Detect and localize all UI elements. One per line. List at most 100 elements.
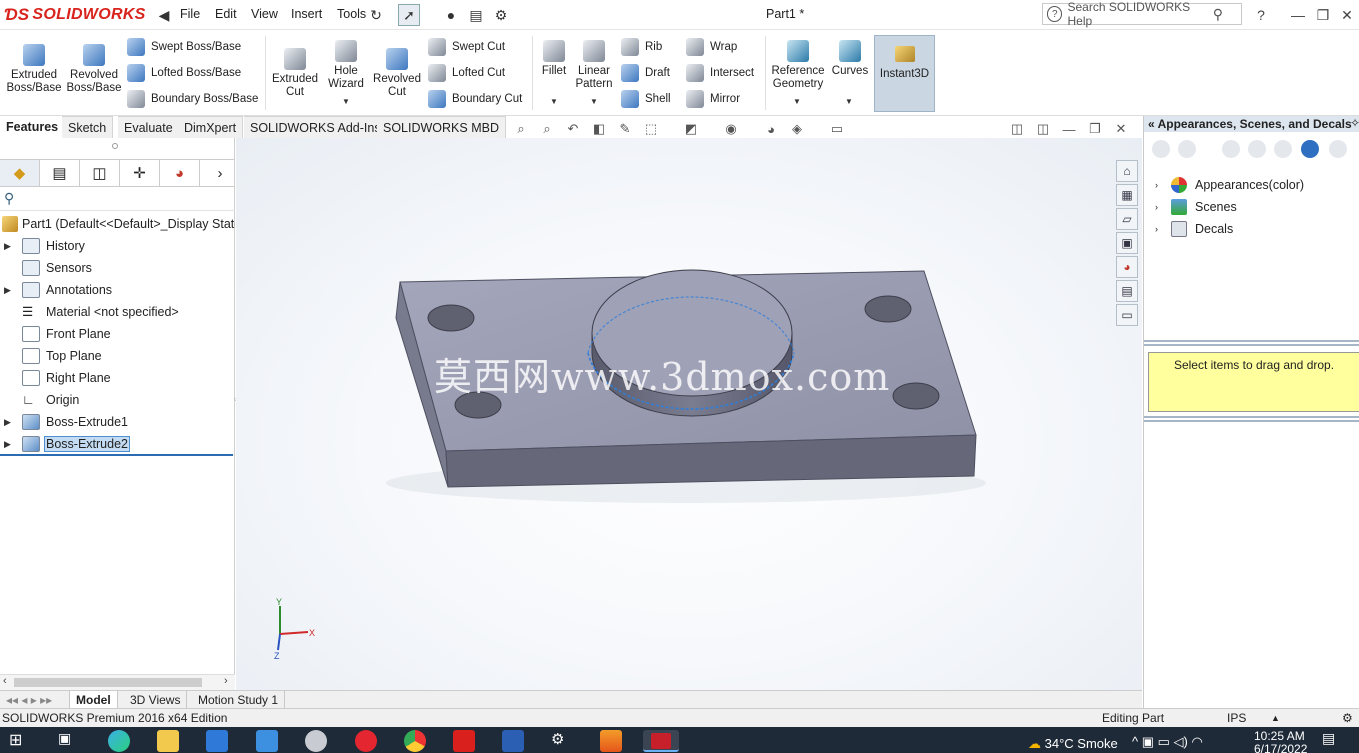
rebuild-icon[interactable]: ↻ xyxy=(365,4,387,26)
chrome-icon[interactable] xyxy=(404,730,426,752)
curves-dropdown-icon[interactable]: ▼ xyxy=(845,97,853,106)
viewport-minimize-icon[interactable]: — xyxy=(1059,120,1079,138)
lofted-boss-button[interactable]: Lofted Boss/Base xyxy=(127,64,241,82)
tree-item-origin[interactable]: ∟ Origin xyxy=(0,389,235,411)
opera-icon[interactable] xyxy=(355,730,377,752)
menu-insert[interactable]: Insert xyxy=(291,7,322,21)
forum-icon[interactable]: ▭ xyxy=(1116,304,1138,326)
file-explorer-taskbar-icon[interactable] xyxy=(157,730,179,752)
task-view-icon[interactable]: ▣ xyxy=(58,730,80,752)
property-manager-tab-icon[interactable]: ▤ xyxy=(40,160,80,186)
expand-arrow-icon[interactable]: ▶ xyxy=(4,241,11,252)
tree-item-sensors[interactable]: Sensors xyxy=(0,257,235,279)
revolved-boss-button[interactable]: Revolved Boss/Base xyxy=(67,44,122,95)
pattern-dropdown-icon[interactable]: ▼ xyxy=(590,97,598,106)
display-manager-tab-icon[interactable]: ◕ xyxy=(160,160,200,186)
help-menu-icon[interactable]: ? xyxy=(1250,4,1272,26)
reference-geometry-dropdown-icon[interactable]: ▼ xyxy=(793,97,801,106)
menu-pin-arrow-icon[interactable]: ◀ xyxy=(153,4,175,26)
menu-edit[interactable]: Edit xyxy=(215,7,237,21)
file-explorer-icon[interactable]: ▱ xyxy=(1116,208,1138,230)
wrap-button[interactable]: Wrap xyxy=(686,38,737,56)
view-settings-icon[interactable]: ▭ xyxy=(827,120,847,138)
tab-model[interactable]: Model xyxy=(70,691,118,709)
view-orientation-icon[interactable]: ⬚ xyxy=(641,120,661,138)
acrobat-icon[interactable] xyxy=(453,730,475,752)
taskbar-clock[interactable]: 10:25 AM 6/17/2022 xyxy=(1254,730,1307,753)
expand-arrow-icon[interactable]: ▶ xyxy=(4,439,11,450)
intersect-button[interactable]: Intersect xyxy=(686,64,754,82)
pin-icon[interactable]: ✧ xyxy=(1350,116,1359,130)
home-icon[interactable]: ⌂ xyxy=(1116,160,1138,182)
zoom-to-fit-icon[interactable]: ⌕ xyxy=(511,120,531,138)
tree-item-history[interactable]: ▶ History xyxy=(0,235,235,257)
dimxpert-manager-tab-icon[interactable]: ✛ xyxy=(120,160,160,186)
filter-icon[interactable]: ⚲ xyxy=(0,187,235,211)
design-library-icon[interactable]: ▦ xyxy=(1116,184,1138,206)
tab-features[interactable]: Features xyxy=(0,116,65,138)
select-pointer-icon[interactable]: ➚ xyxy=(398,4,420,26)
tab-addins[interactable]: SOLIDWORKS Add-Ins xyxy=(244,116,388,138)
new-folder-icon[interactable] xyxy=(1274,140,1292,158)
help-search-input[interactable]: ? Search SOLIDWORKS Help ⚲ xyxy=(1042,0,1242,28)
rib-button[interactable]: Rib xyxy=(621,38,662,56)
units-selector[interactable]: IPS xyxy=(1227,711,1246,725)
swept-boss-button[interactable]: Swept Boss/Base xyxy=(127,38,241,56)
tree-item-annotations[interactable]: ▶ Annotations xyxy=(0,279,235,301)
boundary-boss-button[interactable]: Boundary Boss/Base xyxy=(127,90,258,108)
collapse-arrows-icon[interactable]: « xyxy=(1148,117,1155,131)
expand-arrow-icon[interactable]: ▶ xyxy=(4,417,11,428)
system-tray-icons[interactable]: ^ ▣ ▭ ◁) ◠ xyxy=(1132,734,1203,750)
tree-horizontal-scrollbar[interactable]: ‹ › xyxy=(0,674,235,690)
fillet-dropdown-icon[interactable]: ▼ xyxy=(550,97,558,106)
notifications-icon[interactable]: ▤ xyxy=(1322,730,1344,752)
minimize-window-button[interactable]: — xyxy=(1287,4,1309,26)
back-icon[interactable] xyxy=(1152,140,1170,158)
edit-appearance-icon[interactable]: ◕ xyxy=(761,120,781,138)
swept-cut-button[interactable]: Swept Cut xyxy=(428,38,505,56)
display-style-icon[interactable]: ◩ xyxy=(681,120,701,138)
fillet-button[interactable]: Fillet xyxy=(537,40,571,78)
search-icon[interactable]: ⚲ xyxy=(1213,6,1223,23)
word-icon[interactable] xyxy=(502,730,524,752)
reference-geometry-button[interactable]: Reference Geometry xyxy=(770,40,826,91)
boundary-cut-button[interactable]: Boundary Cut xyxy=(428,90,522,108)
tab-nav-arrows-icon[interactable]: ◂◂ ◂ ▸ ▸▸ xyxy=(0,691,70,709)
extruded-boss-button[interactable]: Extruded Boss/Base xyxy=(7,44,62,95)
refresh-icon[interactable] xyxy=(1301,140,1319,158)
curves-button[interactable]: Curves xyxy=(830,40,870,78)
status-options-icon[interactable]: ⚙ xyxy=(1342,711,1353,725)
custom-properties-icon[interactable]: ▤ xyxy=(1116,280,1138,302)
file-properties-icon[interactable]: ▤ xyxy=(465,4,487,26)
options-gear-icon[interactable]: ⚙ xyxy=(490,4,512,26)
instant3d-button[interactable]: Instant3D xyxy=(874,35,935,112)
expand-arrow-icon[interactable]: › xyxy=(1155,202,1158,212)
section-view-icon[interactable]: ◧ xyxy=(589,120,609,138)
delete-icon[interactable] xyxy=(1248,140,1266,158)
tree-item-front-plane[interactable]: Front Plane xyxy=(0,323,235,345)
graphics-area[interactable]: Y X Z xyxy=(236,138,1142,690)
restore-window-button[interactable]: ❐ xyxy=(1312,4,1334,26)
expand-arrow-icon[interactable]: › xyxy=(1155,224,1158,234)
tree-item-boss-extrude2[interactable]: ▶ Boss-Extrude2 xyxy=(0,433,235,455)
tab-sketch[interactable]: Sketch xyxy=(62,116,114,138)
hole-wizard-dropdown-icon[interactable]: ▼ xyxy=(342,97,350,106)
menu-file[interactable]: File xyxy=(180,7,200,21)
configuration-manager-tab-icon[interactable]: ◫ xyxy=(80,160,120,186)
viewport-nav-left-icon[interactable]: ◫ xyxy=(1007,120,1027,138)
scroll-thumb[interactable] xyxy=(14,678,202,687)
zoom-to-area-icon[interactable]: ⌕ xyxy=(537,120,557,138)
appearances-item[interactable]: › Appearances(color) xyxy=(1144,174,1359,196)
pane-splitter[interactable] xyxy=(1144,416,1359,422)
shell-button[interactable]: Shell xyxy=(621,90,671,108)
weather-widget[interactable]: ☁ 34°C Smoke xyxy=(1028,736,1118,752)
up-arrow-icon[interactable] xyxy=(1329,140,1347,158)
mail-icon[interactable] xyxy=(256,730,278,752)
tree-item-right-plane[interactable]: Right Plane xyxy=(0,367,235,389)
viewport-nav-right-icon[interactable]: ◫ xyxy=(1033,120,1053,138)
viewport-close-icon[interactable]: ✕ xyxy=(1111,120,1131,138)
hide-show-items-icon[interactable]: ◉ xyxy=(721,120,741,138)
revolved-cut-button[interactable]: Revolved Cut xyxy=(372,48,422,99)
tab-evaluate[interactable]: Evaluate xyxy=(118,116,180,138)
solidworks-taskbar-icon[interactable] xyxy=(643,730,679,752)
